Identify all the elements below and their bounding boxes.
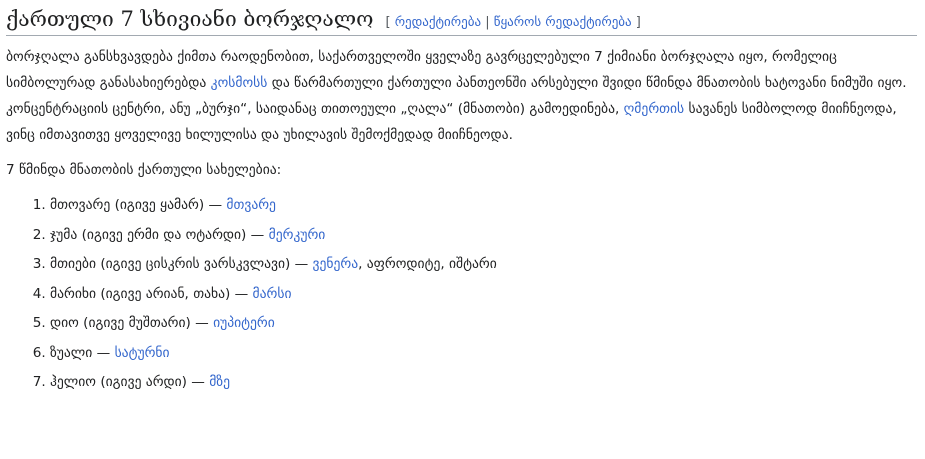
list-item: დიო (იგივე მუშთარი) — იუპიტერი: [50, 309, 917, 339]
edit-section-links: [ რედაქტირება | წყაროს რედაქტირება ]: [385, 15, 640, 30]
list-item: მთიები (იგივე ცისკრის ვარსკვლავი) — ვენე…: [50, 250, 917, 280]
item-link[interactable]: მერკური: [269, 227, 326, 243]
list-item: მთოვარე (იგივე ყამარ) — მთვარე: [50, 191, 917, 221]
item-text: დიო (იგივე მუშთარი) —: [50, 315, 214, 331]
item-text: მთიები (იგივე ცისკრის ვარსკვლავი) —: [50, 256, 313, 272]
item-text: ჯუმა (იგივე ერმი და ოტარდი) —: [50, 226, 269, 243]
cosmos-link[interactable]: კოსმოსს: [211, 75, 268, 91]
item-link[interactable]: იუპიტერი: [213, 315, 275, 331]
list-intro: 7 წმინდა მნათობის ქართული სახელებია:: [6, 162, 282, 178]
edit-bracket-close: ]: [631, 15, 641, 30]
item-link[interactable]: მარსი: [253, 286, 292, 302]
item-text: მარიხი (იგივე არიან, თახა) —: [50, 285, 253, 302]
edit-source-link[interactable]: წყაროს რედაქტირება: [494, 15, 632, 30]
gods-link[interactable]: ღმერთის: [624, 101, 685, 117]
item-suffix: , აფროდიტე, იშტარი: [358, 256, 497, 272]
section-header: ქართული 7 სხივიანი ბორჯღალო [ რედაქტირებ…: [6, 0, 917, 36]
edit-bracket-open: [: [385, 15, 395, 30]
item-link[interactable]: მთვარე: [226, 197, 276, 213]
luminaries-list: მთოვარე (იგივე ყამარ) — მთვარე ჯუმა (იგი…: [6, 191, 917, 398]
intro-paragraph: ბორჯღალა განსხვავდება ქიმთა რაოდენობით, …: [6, 44, 917, 148]
list-item: ჯუმა (იგივე ერმი და ოტარდი) — მერკური: [50, 221, 917, 251]
item-text: ზუალი —: [50, 344, 115, 361]
item-text: ჰელიო (იგივე არდი) —: [50, 374, 210, 390]
section-heading: ქართული 7 სხივიანი ბორჯღალო: [6, 7, 374, 31]
list-item: ზუალი — სატურნი: [50, 339, 917, 369]
edit-separator: |: [481, 15, 494, 30]
item-link[interactable]: მზე: [209, 374, 230, 390]
item-link[interactable]: ვენერა: [313, 256, 359, 272]
article-section: ქართული 7 სხივიანი ბორჯღალო [ რედაქტირებ…: [0, 0, 925, 459]
list-item: ჰელიო (იგივე არდი) — მზე: [50, 368, 917, 398]
item-text: მთოვარე (იგივე ყამარ) —: [50, 197, 227, 213]
edit-link[interactable]: რედაქტირება: [395, 15, 481, 30]
item-link[interactable]: სატურნი: [115, 345, 170, 361]
list-item: მარიხი (იგივე არიან, თახა) — მარსი: [50, 280, 917, 310]
